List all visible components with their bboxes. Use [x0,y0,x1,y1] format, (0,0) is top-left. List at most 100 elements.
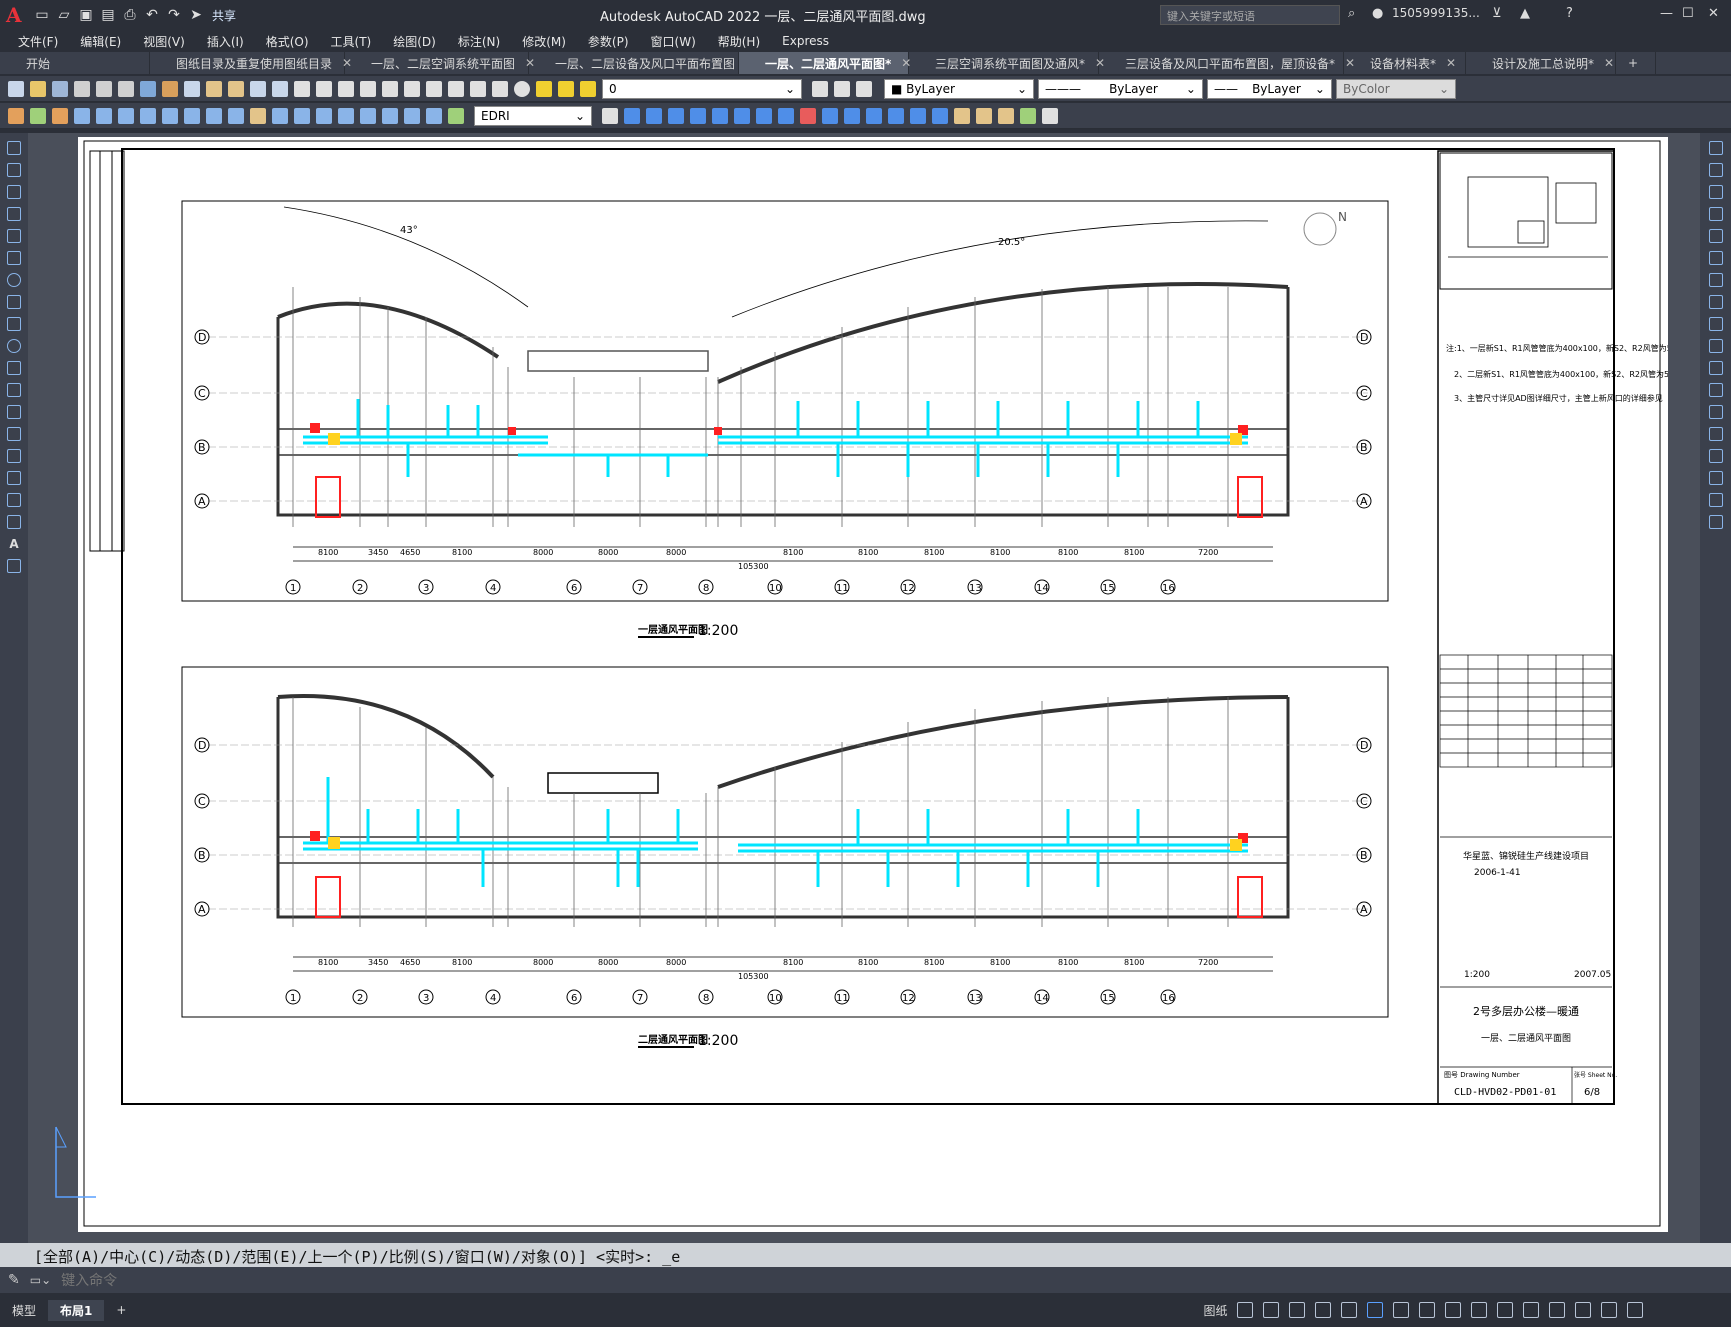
viewport-icon[interactable] [1367,1302,1384,1318]
new-tab-button[interactable]: + [1616,52,1656,74]
osnap-icon[interactable] [1315,1302,1332,1318]
dimstyle-dropdown[interactable]: EDRI ⌄ [474,105,592,126]
extend-icon[interactable] [822,107,838,124]
move-icon[interactable] [1708,251,1723,265]
menu-parametric[interactable]: 参数(P) [588,33,629,50]
join-icon[interactable] [1708,427,1723,441]
tab-ventilation-plan[interactable]: 一层、二层通风平面图* ✕ [739,52,911,74]
array-icon[interactable] [690,107,706,124]
copy-icon[interactable] [1708,163,1723,177]
tab-equipment-layout[interactable]: 一层、二层设备及风口平面布置图✕ [529,52,755,74]
save-icon[interactable]: ▣ [78,7,94,23]
revision-cloud-icon[interactable] [7,295,21,309]
add-layout-button[interactable]: + [104,1301,138,1319]
cut-icon[interactable] [162,80,178,97]
open-icon[interactable] [30,80,46,97]
radius-dim-icon[interactable] [162,107,178,124]
hatch-icon[interactable] [7,449,21,463]
close-icon[interactable]: ✕ [1604,56,1614,70]
arc-length-icon[interactable] [118,107,134,124]
tolerance-icon[interactable] [360,107,376,124]
explode-icon[interactable] [1708,515,1723,529]
tab-layout1[interactable]: 布局1 [48,1299,105,1321]
sheet-set-icon[interactable] [448,80,464,97]
line-tool-icon[interactable] [7,141,21,155]
mirror-icon[interactable] [1708,185,1723,199]
plus-icon[interactable] [1523,1302,1540,1318]
menu-tools[interactable]: 工具(T) [331,33,372,50]
rotate-icon[interactable] [1708,273,1723,287]
publish-icon[interactable] [118,80,134,97]
break-at-point-icon[interactable] [1708,383,1723,397]
match-properties-icon[interactable] [228,80,244,97]
lineweight-icon[interactable] [1393,1302,1410,1318]
share-icon[interactable]: ➤ [188,7,204,23]
save-as-icon[interactable]: ▤ [100,7,116,23]
new-file-icon[interactable]: ▭ [34,7,50,23]
make-block-icon[interactable] [7,405,21,419]
preview-icon[interactable] [96,80,112,97]
cart-icon[interactable]: ⊻ [1492,6,1502,21]
drawing-canvas[interactable]: 注:1、一层新S1、R1风管管底为400x100，新S2、R2风管为500x10… [28,133,1700,1243]
command-prompt-icon[interactable]: ▭⌄ [30,1273,51,1287]
angle-icon[interactable] [1341,1302,1358,1318]
array-icon[interactable] [1708,229,1723,243]
tab-model[interactable]: 模型 [0,1300,48,1321]
draw-order-icon[interactable] [954,107,970,124]
layer-manager-icon[interactable] [856,80,872,97]
selection-cycling-icon[interactable] [1445,1302,1462,1318]
redo-icon[interactable] [272,80,288,97]
layer-on-icon[interactable] [536,80,552,97]
isolate-icon[interactable] [1549,1302,1566,1318]
menu-express[interactable]: Express [782,34,829,48]
make-current-icon[interactable] [812,80,828,97]
erase-icon[interactable] [1708,141,1723,155]
spline-icon[interactable] [7,317,21,331]
scale-icon[interactable] [756,107,772,124]
tab-materials[interactable]: 设备材料表* ✕ [1344,52,1466,74]
search-input[interactable]: 键入关键字或短语 [1160,5,1340,25]
zoom-previous-icon[interactable] [360,80,376,97]
tab-floor3-equipment[interactable]: 三层设备及风口平面布置图，屋顶设备* ✕ [1099,52,1355,74]
design-center-icon[interactable] [404,80,420,97]
color-dropdown[interactable]: ■ ByLayer ⌄ [884,78,1034,99]
block-icon[interactable] [30,107,46,124]
polyline-icon[interactable] [7,185,21,199]
autocad-logo-icon[interactable]: A [6,4,28,26]
redo-icon[interactable]: ↷ [166,7,182,23]
menu-format[interactable]: 格式(O) [266,33,309,50]
paper-space-toggle[interactable]: 图纸 [1203,1302,1227,1319]
aligned-dim-icon[interactable] [96,107,112,124]
angular-dim-icon[interactable] [228,107,244,124]
open-file-icon[interactable]: ▱ [56,7,72,23]
autodesk-icon[interactable]: ▲ [1520,6,1530,21]
extend-icon[interactable] [1708,361,1723,375]
save-icon[interactable] [52,80,68,97]
copy-object-icon[interactable] [624,107,640,124]
tab-ac-system[interactable]: 一层、二层空调系统平面图 ✕ [345,52,535,74]
print-icon[interactable] [74,80,90,97]
region-icon[interactable] [7,493,21,507]
undo-icon[interactable]: ↶ [144,7,160,23]
ortho-icon[interactable] [1263,1302,1280,1318]
menu-window[interactable]: 窗口(W) [651,33,696,50]
linear-dim-icon[interactable] [74,107,90,124]
blend-curves-icon[interactable] [1708,493,1723,507]
command-input[interactable] [61,1272,662,1288]
copy-icon[interactable] [184,80,200,97]
plot-icon[interactable]: ⎙ [122,7,138,23]
tab-design-notes[interactable]: 设计及施工总说明* ✕ [1466,52,1616,74]
rectangle-icon[interactable] [7,229,21,243]
help-icon[interactable]: ? [1566,6,1573,21]
gear-icon[interactable] [1497,1302,1514,1318]
chamfer-icon[interactable] [1708,449,1723,463]
mtext-icon[interactable]: A [7,537,21,551]
rotate-icon[interactable] [734,107,750,124]
search-icon[interactable]: ⌕ [1348,6,1355,21]
lineweight-dropdown[interactable]: —— ByLayer ⌄ [1207,78,1332,99]
mirror-icon[interactable] [646,107,662,124]
polar-icon[interactable] [1289,1302,1306,1318]
zoom-realtime-icon[interactable] [316,80,332,97]
trim-icon[interactable] [800,107,816,124]
snap-icon[interactable] [1237,1302,1254,1318]
